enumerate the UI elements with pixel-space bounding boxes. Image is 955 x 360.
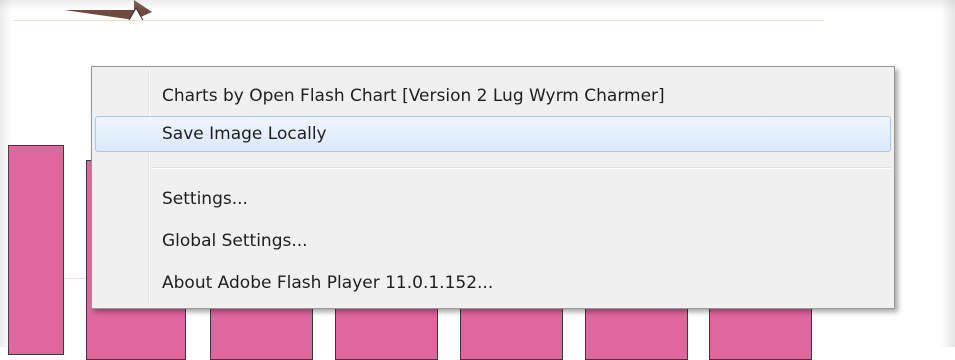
menu-item-label: Save Image Locally <box>162 124 327 144</box>
chart-bar <box>709 300 812 360</box>
menu-item-about-flash-player[interactable]: About Adobe Flash Player 11.0.1.152... <box>95 266 891 302</box>
frame-edge <box>0 0 12 347</box>
chart-bar <box>210 300 313 360</box>
menu-item-label: Charts by Open Flash Chart [Version 2 Lu… <box>162 86 665 106</box>
chart-bar <box>460 300 563 360</box>
frame-edge <box>0 0 955 10</box>
menu-item-save-image-locally[interactable]: Save Image Locally <box>95 116 891 152</box>
menu-item-label: About Adobe Flash Player 11.0.1.152... <box>162 273 494 293</box>
context-menu: Charts by Open Flash Chart [Version 2 Lu… <box>91 66 895 309</box>
menu-item-label: Settings... <box>162 189 248 209</box>
frame-edge <box>941 0 955 347</box>
chart-bar <box>8 145 64 355</box>
chart-bar <box>335 300 438 360</box>
menu-item-label: Global Settings... <box>162 231 308 251</box>
menu-item-charts-by-ofc[interactable]: Charts by Open Flash Chart [Version 2 Lu… <box>95 79 891 115</box>
chart-bar <box>585 300 688 360</box>
chart-gridline <box>14 20 824 21</box>
menu-item-settings[interactable]: Settings... <box>95 182 891 218</box>
menu-item-global-settings[interactable]: Global Settings... <box>95 224 891 260</box>
menu-separator <box>152 167 891 169</box>
